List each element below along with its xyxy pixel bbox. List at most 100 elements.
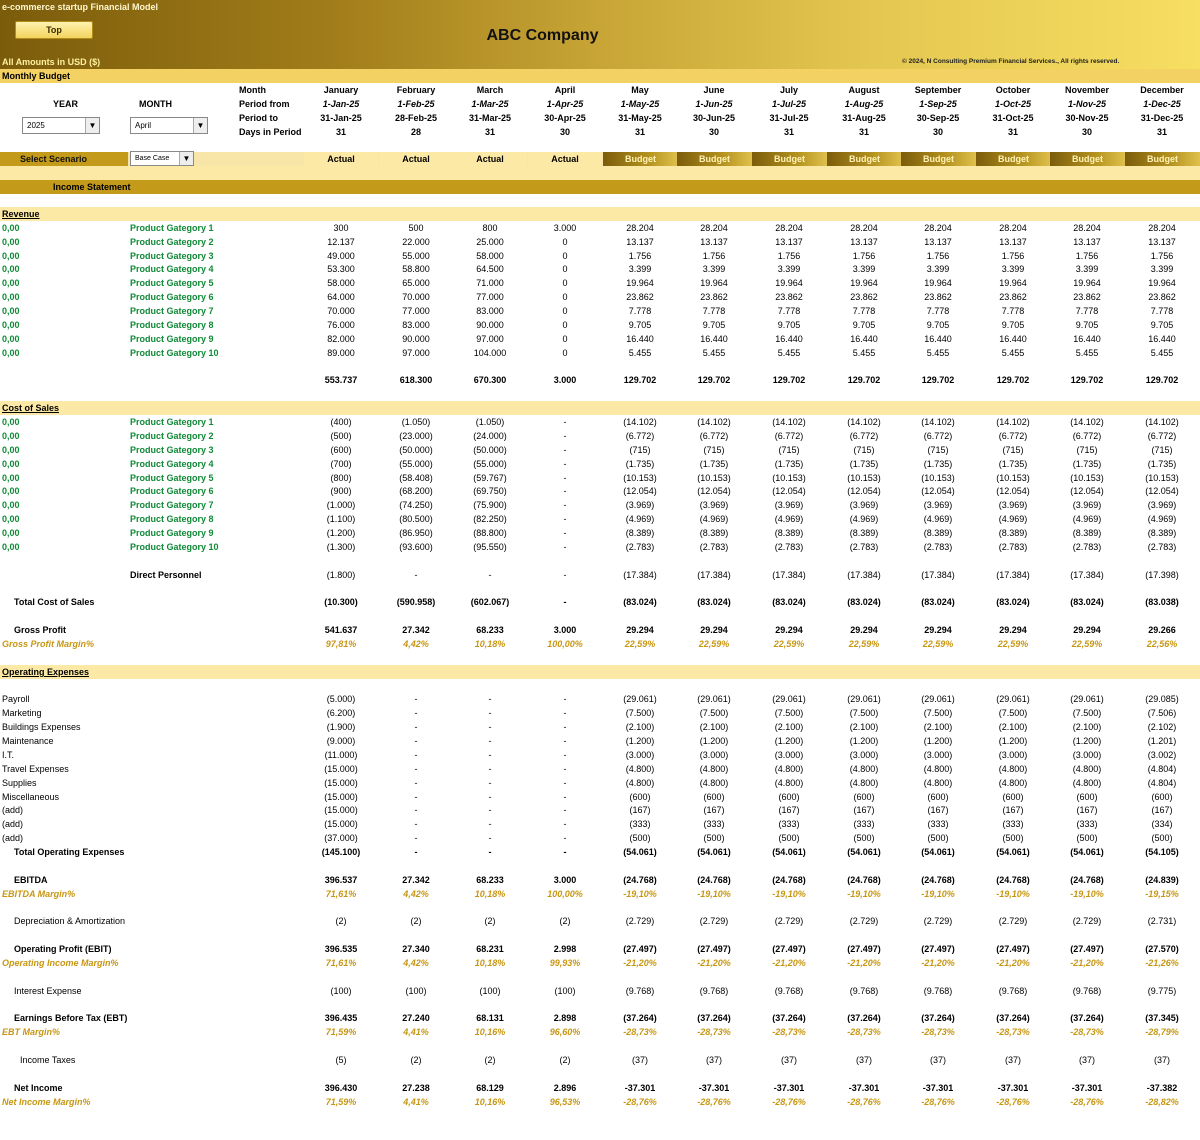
row-label: Net Income Margin% [2, 1097, 91, 1107]
row-value: 10,18% [474, 889, 506, 899]
row-value: 29.266 [1148, 625, 1176, 635]
row-value: (600) [927, 792, 949, 802]
row-value: 129.702 [921, 375, 955, 385]
row-value: -28,76% [772, 1097, 806, 1107]
row-label: Direct Personnel [130, 570, 202, 580]
row-value: (58.408) [399, 473, 433, 483]
row-value: -19,10% [623, 889, 657, 899]
section-band [0, 207, 1200, 221]
row-value: (3.000) [774, 750, 804, 760]
row-value: 0 [562, 292, 568, 302]
row-value: 396.535 [324, 944, 358, 954]
row-value: -37.301 [848, 1083, 880, 1093]
row-value: (600) [703, 792, 725, 802]
row-value: 129.702 [772, 375, 806, 385]
period-to: 28-Feb-25 [394, 113, 438, 123]
days-in-period: 30 [1081, 127, 1092, 137]
row-value: 27.340 [402, 944, 430, 954]
row-value: (145.100) [321, 847, 361, 857]
row-value: (17.384) [697, 570, 731, 580]
row-value: 25.000 [476, 237, 504, 247]
row-value: (3.000) [699, 750, 729, 760]
row-value: (500) [927, 833, 949, 843]
row-value: (1.200) [699, 736, 729, 746]
year-select[interactable]: 2025 ▼ [22, 117, 100, 134]
row-value: (1.200) [774, 736, 804, 746]
row-value: (10.153) [1145, 473, 1179, 483]
row-value: (2.783) [1147, 542, 1177, 552]
row-value: -28,73% [772, 1027, 806, 1037]
row-label: Product Gategory 6 [130, 486, 214, 496]
row-value: (4.800) [625, 764, 655, 774]
row-value: 13.137 [924, 237, 952, 247]
row-value: -21,20% [697, 958, 731, 968]
row-value: (27.497) [697, 944, 731, 954]
row-value: (68.200) [399, 486, 433, 496]
row-label: Product Gategory 2 [130, 431, 214, 441]
row-value: (54.061) [996, 847, 1030, 857]
row-value: (10.153) [1070, 473, 1104, 483]
row-value: (37) [855, 1055, 872, 1065]
row-value: 7.778 [628, 306, 652, 316]
row-value: 27.240 [402, 1013, 430, 1023]
row-value: (12.054) [847, 486, 881, 496]
row-value: (100) [330, 986, 352, 996]
row-value: 541.637 [324, 625, 358, 635]
row-value: (37.264) [697, 1013, 731, 1023]
row-label: EBITDA [14, 875, 48, 885]
row-value: (24.839) [1145, 875, 1179, 885]
period-to: 31-May-25 [618, 113, 662, 123]
row-value: (4.800) [625, 778, 655, 788]
period-from: 1-Apr-25 [546, 99, 584, 109]
row-value: (602.067) [470, 597, 510, 607]
row-value: (59.767) [473, 473, 507, 483]
row-value: -28,73% [996, 1027, 1030, 1037]
row-value: (69.750) [473, 486, 507, 496]
row-value: - [488, 570, 492, 580]
row-value: 68.233 [476, 625, 504, 635]
row-label: Product Gategory 5 [130, 278, 214, 288]
row-value: - [414, 819, 418, 829]
row-value: (9.768) [923, 986, 953, 996]
row-value: 9.705 [702, 320, 726, 330]
row-value: 13.137 [700, 237, 728, 247]
row-value: (15.000) [324, 778, 358, 788]
row-value: 13.137 [999, 237, 1027, 247]
row-value: (600) [853, 792, 875, 802]
row-label: Product Gategory 2 [130, 237, 214, 247]
month-select[interactable]: April ▼ [130, 117, 208, 134]
row-value: - [563, 833, 567, 843]
month-name: December [1140, 85, 1184, 95]
row-value: (500) [1151, 833, 1173, 843]
row-value: 22,59% [698, 639, 730, 649]
scenario-cell: Actual [528, 152, 602, 166]
row-value: (37.000) [324, 833, 358, 843]
period-label-month: Month [239, 85, 266, 95]
row-value: (95.550) [473, 542, 507, 552]
scenario-select[interactable]: Base Case ▼ [130, 151, 194, 166]
row-value: 64.000 [327, 292, 355, 302]
row-value: 396.537 [324, 875, 358, 885]
row-value: (83.024) [1070, 597, 1104, 607]
row-label: Product Gategory 9 [130, 334, 214, 344]
row-value: (1.200) [625, 736, 655, 746]
row-value: (6.772) [923, 431, 953, 441]
row-value: -28,76% [847, 1097, 881, 1107]
month-name: August [848, 85, 880, 95]
row-value: 27.342 [402, 875, 430, 885]
row-value: (83.024) [921, 597, 955, 607]
section-title: Revenue [2, 209, 40, 219]
row-value: (2.100) [998, 722, 1028, 732]
row-value: (7.500) [849, 708, 879, 718]
row-label: Operating Profit (EBIT) [14, 944, 112, 954]
row-value: 0 [562, 251, 568, 261]
row-value: 70.000 [402, 292, 430, 302]
row-value: - [563, 459, 567, 469]
row-value: (1.200) [923, 736, 953, 746]
row-value: 5.455 [926, 348, 950, 358]
row-value: 0 [562, 264, 568, 274]
row-value: (2) [335, 916, 347, 926]
row-value: 55.000 [402, 251, 430, 261]
row-value: (55.000) [473, 459, 507, 469]
row-value: - [414, 570, 418, 580]
